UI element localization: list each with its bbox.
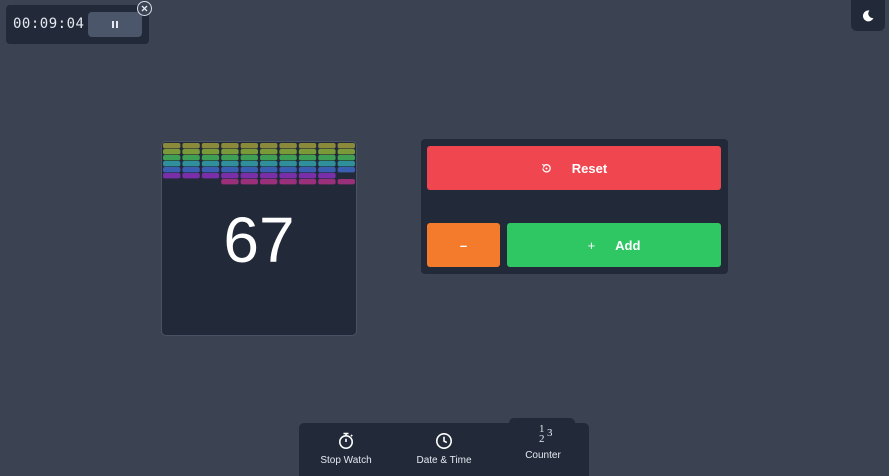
brick	[318, 149, 336, 155]
brick	[318, 167, 336, 173]
add-label: Add	[615, 237, 641, 253]
brick-decoration	[163, 143, 355, 185]
moon-icon	[862, 9, 874, 21]
brick	[240, 155, 258, 161]
brick	[318, 155, 336, 161]
brick	[221, 155, 239, 161]
brick	[337, 161, 355, 167]
brick	[260, 179, 278, 185]
brick	[221, 143, 239, 149]
brick	[279, 161, 297, 167]
brick	[279, 143, 297, 149]
decrement-button[interactable]: –	[427, 223, 500, 267]
brick	[279, 149, 297, 155]
brick	[201, 155, 220, 161]
brick	[201, 149, 220, 155]
clock-icon	[436, 433, 452, 449]
nav-item-counter[interactable]: 1 3 2 Counter	[508, 423, 578, 462]
reset-button[interactable]: Reset	[427, 146, 721, 190]
reset-icon	[541, 163, 551, 173]
brick	[298, 167, 317, 173]
brick	[240, 143, 258, 149]
brick	[298, 161, 317, 167]
brick	[201, 143, 220, 149]
close-icon	[141, 5, 148, 12]
brick	[260, 143, 278, 149]
counter-display-card: 67	[162, 142, 356, 335]
nav-label-counter: Counter	[525, 450, 561, 461]
nav-item-date-time[interactable]: Date & Time	[409, 432, 479, 466]
brick	[337, 155, 355, 161]
brick	[318, 161, 336, 167]
brick	[182, 173, 200, 179]
theme-toggle-button[interactable]	[851, 0, 885, 31]
minus-label: –	[459, 237, 468, 253]
brick	[240, 179, 258, 185]
timer-widget: 00:09:04	[6, 5, 149, 44]
brick	[182, 143, 200, 149]
brick	[318, 143, 336, 149]
counter-controls: Reset – + Add	[421, 139, 728, 274]
pause-button[interactable]	[88, 12, 142, 37]
brick	[260, 167, 278, 173]
brick	[260, 173, 278, 179]
brick	[318, 173, 336, 179]
brick	[163, 149, 181, 155]
brick	[163, 161, 181, 167]
brick	[337, 179, 355, 185]
brick	[221, 179, 239, 185]
brick	[260, 161, 278, 167]
brick	[163, 167, 181, 173]
brick	[182, 149, 200, 155]
nav-item-stopwatch[interactable]: Stop Watch	[311, 432, 381, 466]
brick	[240, 149, 258, 155]
brick	[318, 179, 336, 185]
brick	[163, 143, 181, 149]
nav-label-date-time: Date & Time	[416, 455, 472, 466]
brick	[240, 167, 258, 173]
brick	[337, 149, 355, 155]
brick	[298, 155, 317, 161]
brick	[298, 143, 317, 149]
brick	[260, 155, 278, 161]
brick	[337, 143, 355, 149]
add-button[interactable]: + Add	[507, 223, 721, 267]
brick	[279, 173, 297, 179]
brick	[260, 149, 278, 155]
counter-value: 67	[223, 204, 295, 276]
brick	[182, 161, 200, 167]
reset-label: Reset	[571, 160, 608, 176]
pause-icon	[112, 21, 118, 28]
brick	[221, 161, 239, 167]
brick	[240, 173, 258, 179]
close-timer-button[interactable]	[137, 1, 152, 16]
numbers-icon: 1 3 2	[539, 423, 553, 445]
brick	[337, 167, 355, 173]
brick	[163, 155, 181, 161]
brick	[201, 167, 220, 173]
brick	[298, 149, 317, 155]
brick	[221, 149, 239, 155]
brick	[298, 179, 317, 185]
brick	[163, 173, 181, 179]
timer-display: 00:09:04	[13, 16, 85, 32]
brick	[182, 167, 200, 173]
brick	[201, 161, 220, 167]
brick	[279, 155, 297, 161]
brick	[298, 173, 317, 179]
brick	[279, 167, 297, 173]
nav-label-stopwatch: Stop Watch	[320, 455, 372, 466]
plus-icon: +	[587, 237, 596, 253]
brick	[279, 179, 297, 185]
stopwatch-icon	[339, 432, 353, 449]
brick	[182, 155, 200, 161]
brick	[221, 173, 239, 179]
brick	[221, 167, 239, 173]
brick	[201, 173, 220, 179]
brick	[240, 161, 258, 167]
